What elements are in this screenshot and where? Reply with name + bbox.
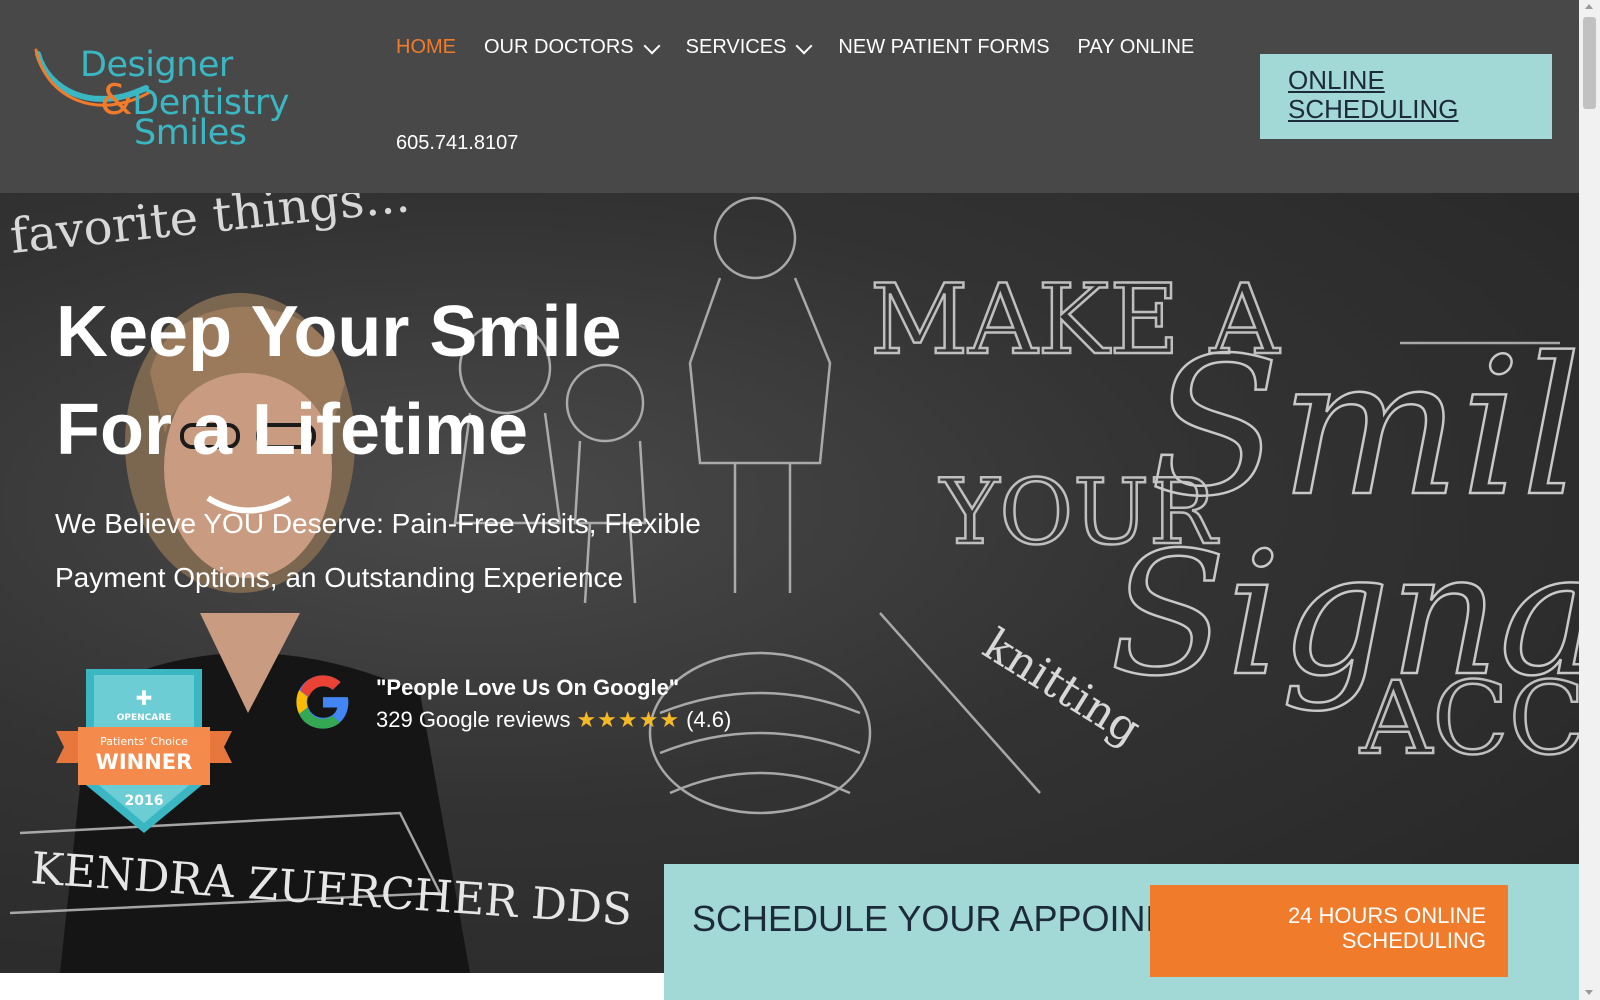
online-scheduling-button[interactable]: ONLINE SCHEDULING — [1260, 54, 1552, 139]
google-review-line[interactable]: 329 Google reviews ★★★★★ (4.6) — [376, 707, 731, 733]
google-icon[interactable] — [294, 673, 352, 731]
nav-pay-online[interactable]: PAY ONLINE — [1078, 36, 1195, 59]
rating-stars-icon: ★★★★★ — [576, 707, 681, 732]
online-scheduling-24h-button[interactable]: 24 HOURS ONLINE SCHEDULING — [1150, 885, 1508, 977]
badge-brand: OPENCARE — [117, 713, 172, 723]
google-review-count: 329 Google reviews — [376, 707, 571, 732]
nav-new-patient-forms-label: NEW PATIENT FORMS — [838, 36, 1050, 58]
chevron-down-icon — [795, 37, 813, 54]
opencare-winner-badge: ✚ OPENCARE Patients' Choice WINNER 2016 — [56, 669, 232, 833]
nav-services-label: SERVICES — [685, 36, 787, 58]
logo-text-smiles: Smiles — [134, 113, 247, 153]
scroll-down-arrow-icon[interactable] — [1585, 990, 1593, 995]
logo-ampersand: & — [100, 75, 133, 124]
chalk-smile-text: Smil — [1150, 317, 1579, 538]
online-scheduling-label: ONLINE SCHEDULING — [1288, 65, 1459, 124]
vertical-scrollbar[interactable] — [1579, 0, 1600, 1000]
nav-pay-online-label: PAY ONLINE — [1077, 36, 1195, 58]
schedule-panel: SCHEDULE YOUR APPOINMENT 24 HOURS ONLINE… — [664, 864, 1579, 1000]
google-rating-value: (4.6) — [686, 707, 732, 732]
nav-services[interactable]: SERVICES — [685, 36, 813, 59]
chalk-favorite-text: favorite things... — [7, 193, 412, 265]
nav-home[interactable]: HOME — [396, 36, 456, 59]
hero-section: favorite things... MAKE A YOUR Smil Sign… — [0, 193, 1579, 973]
badge-top-text: Patients' Choice — [100, 735, 188, 748]
nav-new-patient-forms[interactable]: NEW PATIENT FORMS — [838, 36, 1049, 59]
google-review-title[interactable]: "People Love Us On Google" — [376, 675, 679, 701]
nav-our-doctors-label: OUR DOCTORS — [484, 36, 634, 58]
main-nav: HOME OUR DOCTORS SERVICES NEW PATIENT FO… — [396, 36, 1222, 59]
nav-home-label: HOME — [396, 36, 456, 58]
hero-title: Keep Your Smile For a Lifetime — [56, 292, 622, 470]
badge-main-text: WINNER — [96, 750, 193, 774]
scroll-up-arrow-icon[interactable] — [1585, 4, 1593, 9]
scrollbar-thumb[interactable] — [1583, 17, 1596, 109]
phone-link[interactable]: 605.741.8107 — [396, 132, 518, 155]
chalk-acc-text: ACC — [1359, 660, 1579, 777]
page: Designer &Dentistry Smiles HOME OUR DOCT… — [0, 0, 1579, 1000]
chevron-down-icon — [643, 37, 661, 54]
hero-subtitle: We Believe YOU Deserve: Pain-Free Visits… — [55, 508, 701, 593]
logo[interactable]: Designer &Dentistry Smiles — [34, 44, 334, 153]
badge-plus-icon: ✚ — [136, 686, 153, 710]
badge-year-text: 2016 — [125, 793, 164, 809]
site-header: Designer &Dentistry Smiles HOME OUR DOCT… — [0, 0, 1579, 193]
nav-our-doctors[interactable]: OUR DOCTORS — [484, 36, 661, 59]
